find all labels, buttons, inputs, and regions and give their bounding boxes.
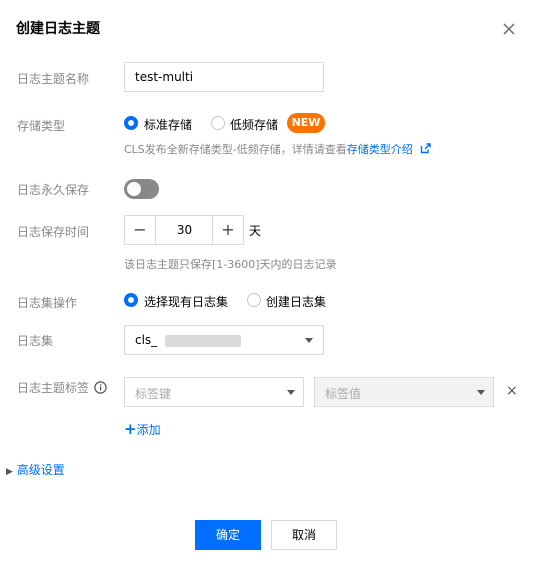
advanced-settings-label: 高级设置 xyxy=(16,463,65,477)
chevron-down-icon xyxy=(477,390,485,395)
select-existing-label[interactable]: 选择现有日志集 xyxy=(144,293,228,310)
remove-tag-icon[interactable]: × xyxy=(506,383,518,399)
retention-hint: 该日志主题只保存[1-3600]天内的日志记录 xyxy=(124,258,337,271)
permanent-toggle[interactable] xyxy=(124,179,159,199)
label-logset: 日志集 xyxy=(17,334,54,348)
tag-key-placeholder: 标签键 xyxy=(135,387,172,401)
retention-unit: 天 xyxy=(249,224,262,238)
topic-name-input[interactable]: test-multi xyxy=(124,62,324,92)
confirm-button[interactable]: 确定 xyxy=(195,520,261,550)
label-logset-op: 日志集操作 xyxy=(17,296,78,310)
label-topic-name: 日志主题名称 xyxy=(17,72,90,86)
label-topic-tag: 日志主题标签 xyxy=(17,379,107,396)
toggle-knob xyxy=(127,182,141,196)
info-icon[interactable] xyxy=(94,381,107,394)
radio-standard-storage[interactable] xyxy=(124,116,138,130)
standard-storage-label[interactable]: 标准存储 xyxy=(144,116,192,133)
label-storage-type: 存储类型 xyxy=(17,119,66,133)
create-logset-label[interactable]: 创建日志集 xyxy=(266,293,326,310)
increment-button[interactable]: + xyxy=(212,216,243,244)
chevron-down-icon xyxy=(287,390,295,395)
storage-hint: CLS发布全新存储类型-低频存储，详情请查看存储类型介绍 xyxy=(124,141,431,157)
logset-select[interactable]: cls_ xyxy=(124,325,324,355)
redacted-logset-name xyxy=(165,335,241,347)
storage-type-link[interactable]: 存储类型介绍 xyxy=(347,143,413,156)
radio-create-logset[interactable] xyxy=(247,293,261,307)
retention-input[interactable]: 30 xyxy=(156,216,213,244)
topic-name-value: test-multi xyxy=(135,70,194,84)
decrement-button[interactable]: − xyxy=(125,216,156,244)
external-link-icon[interactable] xyxy=(420,143,431,154)
close-icon[interactable] xyxy=(500,20,518,38)
tag-value-select[interactable]: 标签值 xyxy=(314,377,494,407)
radio-select-existing[interactable] xyxy=(124,293,138,307)
tag-value-placeholder: 标签值 xyxy=(325,387,362,401)
caret-right-icon: ▶ xyxy=(6,467,13,477)
logset-value: cls_ xyxy=(135,333,158,347)
new-badge: NEW xyxy=(287,113,325,133)
tag-key-select[interactable]: 标签键 xyxy=(124,377,304,407)
advanced-settings-toggle[interactable]: ▶ 高级设置 xyxy=(6,461,65,478)
infrequent-storage-label[interactable]: 低频存储 xyxy=(230,116,278,133)
add-tag-button[interactable]: +添加 xyxy=(124,420,161,438)
add-tag-label: 添加 xyxy=(136,423,161,437)
storage-hint-text: CLS发布全新存储类型-低频存储，详情请查看 xyxy=(124,143,347,156)
label-permanent: 日志永久保存 xyxy=(17,183,90,197)
chevron-down-icon xyxy=(305,338,313,343)
cancel-button[interactable]: 取消 xyxy=(271,520,337,550)
label-retention: 日志保存时间 xyxy=(17,225,90,239)
plus-icon: + xyxy=(124,420,137,438)
dialog-title: 创建日志主题 xyxy=(16,21,100,37)
topic-tag-label-text: 日志主题标签 xyxy=(17,381,90,395)
retention-stepper: − 30 + xyxy=(124,215,244,245)
radio-infrequent-storage[interactable] xyxy=(211,116,225,130)
